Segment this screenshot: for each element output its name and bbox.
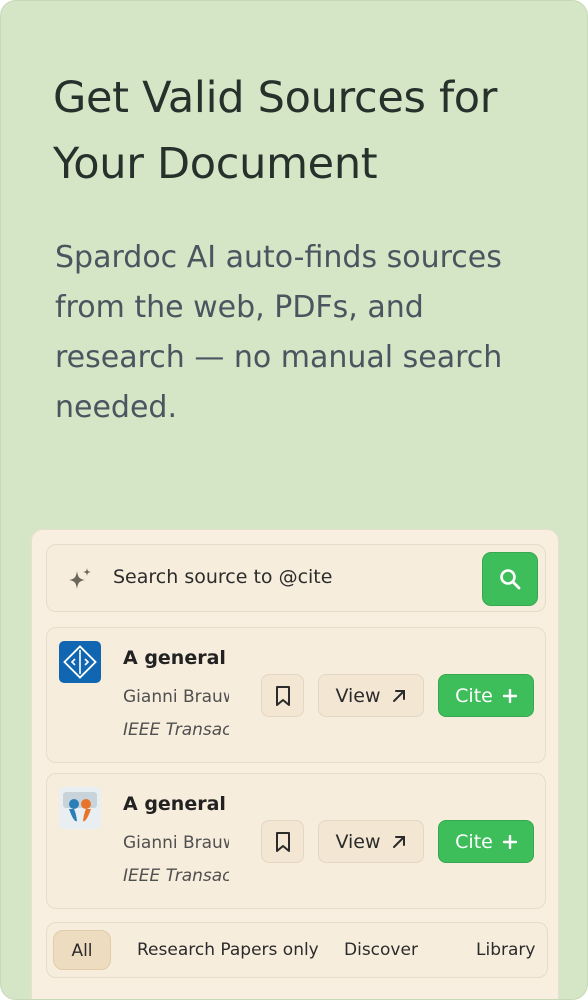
- result-card[interactable]: A general S Gianni Brauw IEEE Transac Vi…: [46, 773, 546, 909]
- tab-discover[interactable]: Discover: [344, 930, 418, 970]
- tab-library[interactable]: Library: [476, 930, 535, 970]
- result-journal: IEEE Transac: [123, 866, 229, 886]
- cite-label: Cite: [455, 830, 493, 853]
- bookmark-button[interactable]: [261, 674, 304, 717]
- view-label: View: [335, 830, 381, 853]
- arrow-up-right-icon: [392, 835, 405, 848]
- tab-research-papers-only[interactable]: Research Papers only: [137, 930, 319, 970]
- subtitle: Spardoc AI auto-finds sources from the w…: [55, 240, 503, 425]
- page-title: Get Valid Sources for Your Document: [53, 65, 553, 197]
- cite-button[interactable]: Cite: [438, 820, 534, 863]
- result-card[interactable]: A general S Gianni Brauw IEEE Transac Vi…: [46, 627, 546, 763]
- source-search-panel: Search source to @cite A general S: [31, 529, 559, 999]
- search-icon: [500, 569, 521, 590]
- plus-icon: [502, 834, 517, 849]
- bookmark-icon: [275, 685, 290, 706]
- search-placeholder: Search source to @cite: [113, 566, 333, 588]
- sparkle-icon: [69, 568, 91, 589]
- slideshare-logo: [59, 787, 101, 829]
- result-journal: IEEE Transac: [123, 720, 229, 740]
- view-button[interactable]: View: [318, 674, 424, 717]
- tab-all[interactable]: All: [53, 930, 111, 970]
- arrow-up-right-icon: [392, 689, 405, 702]
- result-title: A general S: [123, 793, 229, 815]
- plus-icon: [502, 688, 517, 703]
- result-authors: Gianni Brauw: [123, 687, 229, 707]
- cite-button[interactable]: Cite: [438, 674, 534, 717]
- promo-card: Get Valid Sources for Your Document Spar…: [0, 0, 588, 1000]
- cite-label: Cite: [455, 684, 493, 707]
- ieee-logo: [59, 641, 101, 683]
- bookmark-button[interactable]: [261, 820, 304, 863]
- view-button[interactable]: View: [318, 820, 424, 863]
- headline-line-1: Get Valid Sources for: [53, 73, 498, 123]
- search-button[interactable]: [482, 552, 538, 606]
- result-authors: Gianni Brauw: [123, 833, 229, 853]
- filter-tabs: All Research Papers only Discover Librar…: [46, 922, 548, 978]
- result-title: A general S: [123, 647, 229, 669]
- headline-line-2: Your Document: [53, 139, 378, 189]
- search-input[interactable]: Search source to @cite: [46, 544, 546, 612]
- bookmark-icon: [275, 831, 290, 852]
- view-label: View: [335, 684, 381, 707]
